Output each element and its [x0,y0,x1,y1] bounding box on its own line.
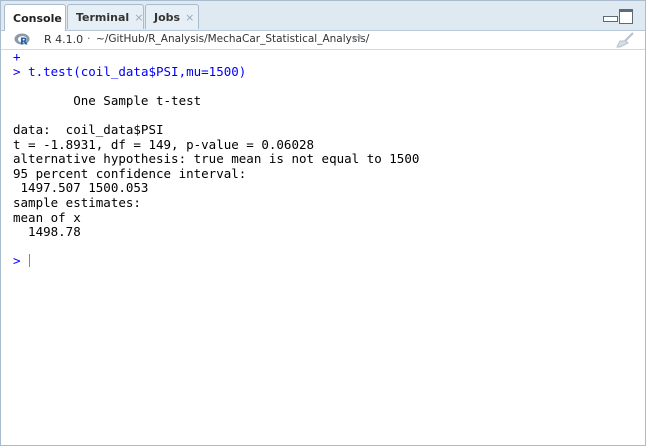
input-line[interactable]: > [13,254,639,269]
command-text: t.test(coil_data$PSI,mu=1500) [28,63,247,79]
tab-jobs-close-icon[interactable]: × [185,11,194,24]
working-directory-path: ~/GitHub/R_Analysis/MechaCar_Statistical… [96,33,370,45]
command-line: > t.test(coil_data$PSI,mu=1500) [13,63,639,80]
tab-terminal-close-icon[interactable]: × [134,11,143,24]
tab-console-label: Console [13,11,62,25]
broom-icon[interactable] [614,31,636,48]
text-caret [28,254,30,268]
console-output[interactable]: + > t.test(coil_data$PSI,mu=1500) One Sa… [13,49,639,440]
console-pane: Console Terminal × Jobs × R R 4.1.0 · ~/… [0,0,646,446]
continuation-prompt: + [13,49,21,64]
maximize-pane-icon[interactable] [619,9,633,24]
output-estimates-label: sample estimates: [13,194,141,210]
output-alt-hypothesis: alternative hypothesis: true mean is not… [13,151,420,167]
output-ci-label: 95 percent confidence interval: [13,165,247,181]
r-version: R 4.1.0 [44,33,84,46]
output-title: One Sample t-test [13,92,202,108]
output-mean-label: mean of x [13,209,81,225]
toolbar-separator: · [87,32,91,45]
tab-terminal-label: Terminal [76,10,130,24]
tab-bar: Console Terminal × Jobs × [1,1,645,31]
console-toolbar: R R 4.1.0 · ~/GitHub/R_Analysis/MechaCar… [1,31,645,50]
tab-jobs-label: Jobs [154,10,181,24]
minimize-pane-icon[interactable] [603,16,618,22]
window-controls [603,8,635,24]
arrow-go-icon[interactable] [352,33,364,45]
output-mean-value: 1498.78 [13,224,81,240]
output-data-line: data: coil_data$PSI [13,121,164,137]
r-logo-icon: R [14,33,30,47]
input-prompt: > [13,253,21,269]
tab-terminal[interactable]: Terminal × [67,4,144,29]
tab-jobs[interactable]: Jobs × [145,4,199,29]
svg-text:R: R [20,37,28,47]
output-ci-values: 1497.507 1500.053 [13,180,149,196]
output-stats-line: t = -1.8931, df = 149, p-value = 0.06028 [13,136,315,152]
tab-console[interactable]: Console [4,4,66,31]
command-prompt: > [13,63,29,79]
